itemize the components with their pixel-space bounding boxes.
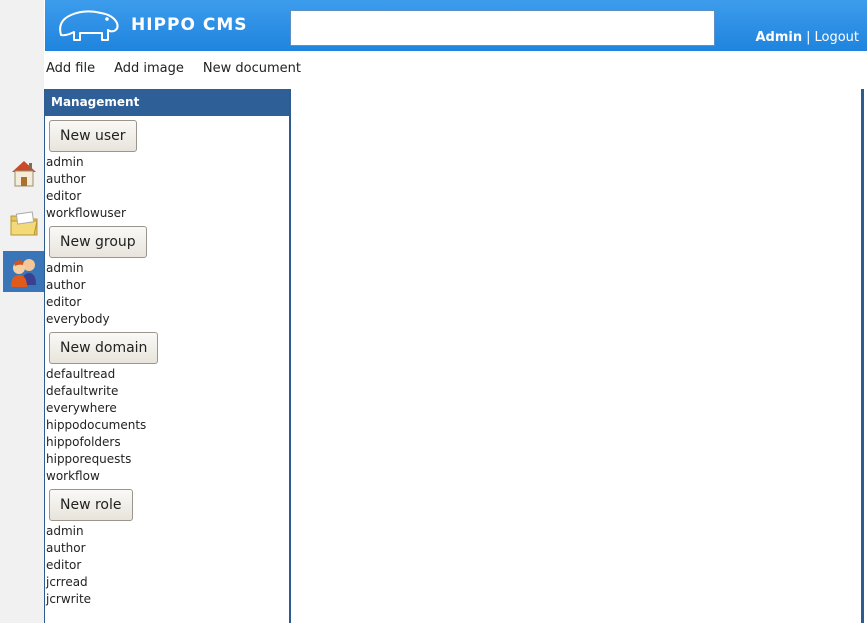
domain-list-item[interactable]: defaultread: [45, 366, 289, 383]
user-list-item[interactable]: editor: [45, 188, 289, 205]
new-user-button[interactable]: New user: [49, 120, 137, 152]
home-icon[interactable]: [3, 152, 44, 193]
roles-section: New role admin author editor jcrread jcr…: [45, 485, 289, 608]
group-list-item[interactable]: everybody: [45, 311, 289, 328]
user-links: Admin | Logout: [755, 30, 859, 45]
folder-icon[interactable]: [3, 203, 44, 244]
domain-list-item[interactable]: everywhere: [45, 400, 289, 417]
role-list-item[interactable]: author: [45, 540, 289, 557]
users-section: New user admin author editor workflowuse…: [45, 116, 289, 222]
app-header: HIPPO CMS Admin | Logout: [45, 0, 867, 51]
role-list-item[interactable]: jcrwrite: [45, 591, 289, 608]
add-image-link[interactable]: Add image: [114, 61, 184, 76]
group-list-item[interactable]: editor: [45, 294, 289, 311]
new-group-button[interactable]: New group: [49, 226, 147, 258]
domain-list-item[interactable]: workflow: [45, 468, 289, 485]
group-list-item[interactable]: admin: [45, 260, 289, 277]
user-list-item[interactable]: workflowuser: [45, 205, 289, 222]
logo-text: HIPPO CMS: [131, 15, 248, 35]
left-rail: [0, 0, 44, 623]
domain-list-item[interactable]: hipporequests: [45, 451, 289, 468]
role-list-item[interactable]: admin: [45, 523, 289, 540]
role-list-item[interactable]: jcrread: [45, 574, 289, 591]
domain-list-item[interactable]: hippofolders: [45, 434, 289, 451]
user-list-item[interactable]: admin: [45, 154, 289, 171]
groups-section: New group admin author editor everybody: [45, 222, 289, 328]
logout-link[interactable]: Logout: [814, 30, 859, 45]
domain-list-item[interactable]: defaultwrite: [45, 383, 289, 400]
new-document-link[interactable]: New document: [203, 61, 301, 76]
panel-title: Management: [45, 89, 289, 116]
new-role-button[interactable]: New role: [49, 489, 133, 521]
role-list-item[interactable]: editor: [45, 557, 289, 574]
toolbar: Add file Add image New document: [46, 61, 320, 76]
content-area: [289, 89, 864, 623]
add-file-link[interactable]: Add file: [46, 61, 95, 76]
search-input[interactable]: [290, 10, 715, 46]
domains-section: New domain defaultread defaultwrite ever…: [45, 328, 289, 485]
group-list-item[interactable]: author: [45, 277, 289, 294]
logo[interactable]: HIPPO CMS: [55, 4, 247, 46]
management-panel: Management New user admin author editor …: [44, 89, 290, 623]
new-domain-button[interactable]: New domain: [49, 332, 159, 364]
domain-list-item[interactable]: hippodocuments: [45, 417, 289, 434]
users-icon[interactable]: [3, 251, 44, 292]
user-name-link[interactable]: Admin: [755, 30, 802, 45]
user-list-item[interactable]: author: [45, 171, 289, 188]
hippo-logo-icon: [59, 10, 119, 41]
separator: |: [806, 30, 811, 45]
